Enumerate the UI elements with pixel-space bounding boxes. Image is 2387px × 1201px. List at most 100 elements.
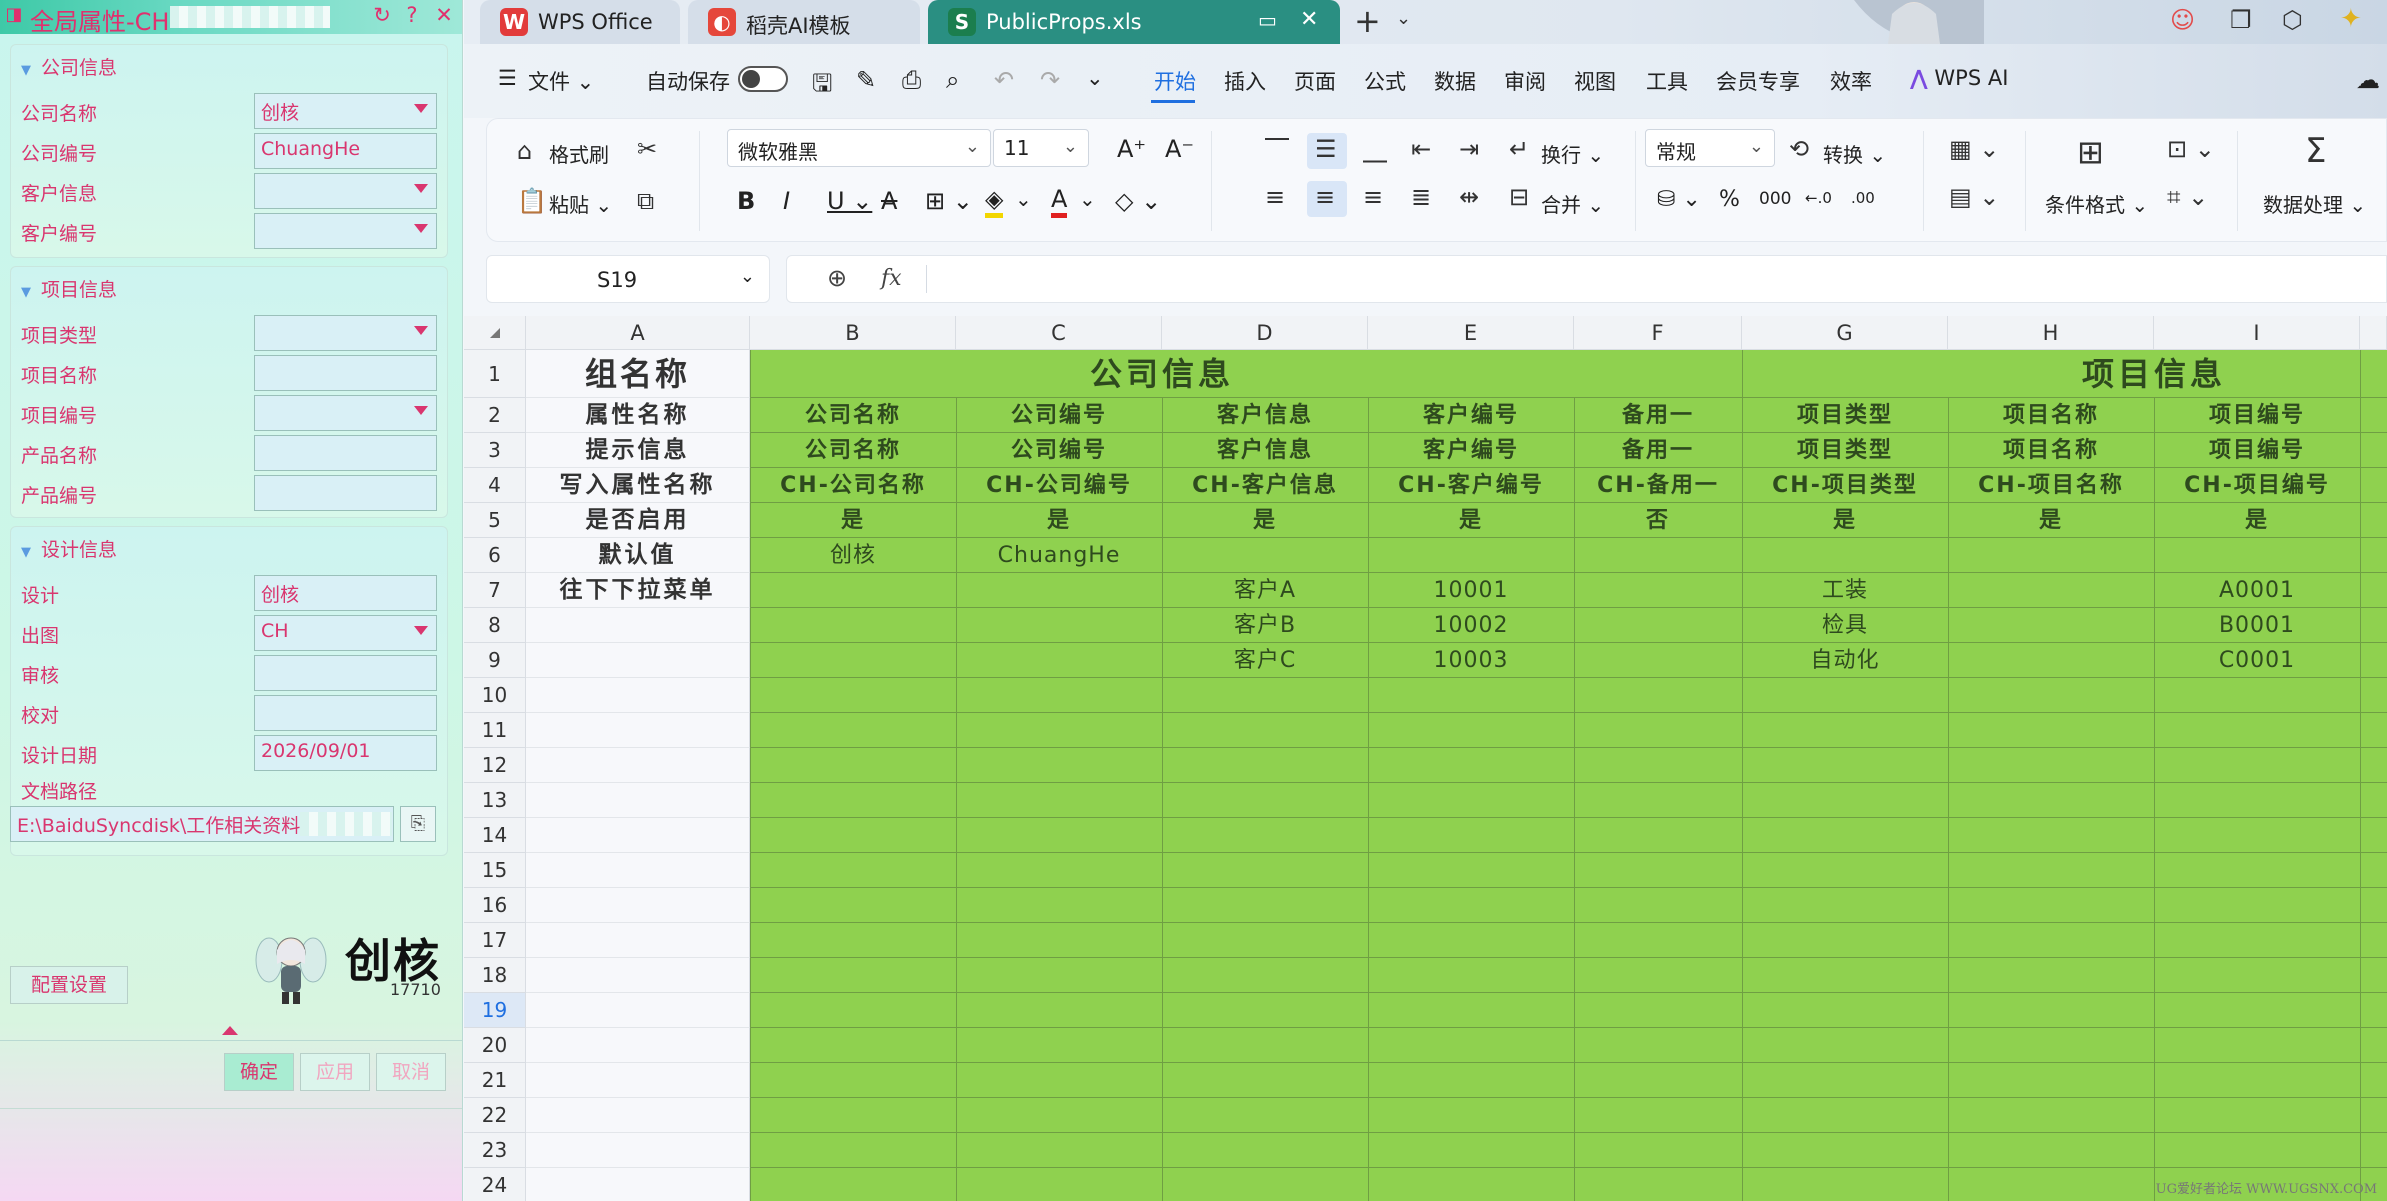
cell-H2[interactable]: 项目名称 (1948, 398, 2154, 433)
row-header-24[interactable]: 24 (464, 1168, 526, 1201)
cell-I2[interactable]: 项目编号 (2154, 398, 2360, 433)
cell-E4[interactable]: CH-客户编号 (1368, 468, 1574, 503)
row-header-16[interactable]: 16 (464, 888, 526, 923)
percent-icon[interactable]: % (1719, 187, 1740, 212)
row-header-13[interactable]: 13 (464, 783, 526, 818)
cell-I4[interactable]: CH-项目编号 (2154, 468, 2360, 503)
cell-A18[interactable] (526, 958, 750, 993)
print-preview-icon[interactable]: ⌕ (946, 66, 959, 94)
cell-D8[interactable]: 客户B (1162, 608, 1368, 643)
distribute-icon[interactable]: ⇹ (1459, 183, 1479, 211)
conditional-format-button[interactable]: 条件格式 ⌄ (2045, 189, 2148, 218)
align-bottom-icon[interactable]: ⎽ (1363, 135, 1387, 163)
cell-B7[interactable] (750, 573, 956, 608)
cell-A23[interactable] (526, 1133, 750, 1168)
cell-A16[interactable] (526, 888, 750, 923)
menu-page[interactable]: 页面 (1294, 66, 1336, 96)
share-icon[interactable]: ☁ (2356, 66, 2380, 94)
cell-B6[interactable]: 创核 (750, 538, 956, 573)
row-header-15[interactable]: 15 (464, 853, 526, 888)
chevron-down-icon[interactable]: ⌄ (1079, 187, 1096, 211)
row-header-18[interactable]: 18 (464, 958, 526, 993)
column-header-H[interactable]: H (1948, 316, 2154, 350)
new-tab-icon[interactable]: + (1354, 2, 1381, 40)
cell-H8[interactable] (1948, 608, 2154, 643)
cell-I7[interactable]: A0001 (2154, 573, 2360, 608)
cell-style-icon[interactable]: ▦ ⌄ (1949, 135, 1999, 163)
row-header-19[interactable]: 19 (464, 993, 526, 1028)
pen-icon[interactable]: ✎ (856, 66, 876, 94)
row-header-3[interactable]: 3 (464, 433, 526, 468)
cell-A2[interactable]: 属性名称 (526, 398, 750, 433)
row-col-icon[interactable]: ⊡ ⌄ (2167, 135, 2215, 163)
customer-code-select[interactable] (254, 213, 437, 249)
row-header-17[interactable]: 17 (464, 923, 526, 958)
cell-A14[interactable] (526, 818, 750, 853)
row-header-23[interactable]: 23 (464, 1133, 526, 1168)
zoom-icon[interactable]: ⊕ (827, 264, 847, 292)
cut-icon[interactable]: ✂ (637, 135, 657, 163)
wps-ai-button[interactable]: ⋀ WPS AI (1910, 66, 2008, 90)
cell-A22[interactable] (526, 1098, 750, 1133)
number-format-select[interactable]: 常规 ⌄ (1645, 129, 1775, 167)
help-icon[interactable]: ? (400, 3, 424, 27)
cell-A3[interactable]: 提示信息 (526, 433, 750, 468)
cell-H3[interactable]: 项目名称 (1948, 433, 2154, 468)
group-design-header[interactable]: ▼ 设计信息 (21, 535, 117, 562)
row-header-12[interactable]: 12 (464, 748, 526, 783)
font-size-select[interactable]: 11 ⌄ (993, 129, 1089, 167)
merged-header-company[interactable]: 公司信息 (750, 350, 1574, 398)
cell-G5[interactable]: 是 (1742, 503, 1948, 538)
cell-A20[interactable] (526, 1028, 750, 1063)
crop-icon[interactable]: ⌗ ⌄ (2167, 183, 2208, 211)
menu-review[interactable]: 审阅 (1504, 66, 1546, 96)
menu-insert[interactable]: 插入 (1224, 66, 1266, 96)
formula-input[interactable]: ⊕ fx (786, 255, 2387, 303)
cell-G2[interactable]: 项目类型 (1742, 398, 1948, 433)
row-header-9[interactable]: 9 (464, 643, 526, 678)
cell-G7[interactable]: 工装 (1742, 573, 1948, 608)
product-name-input[interactable] (254, 435, 437, 471)
mascot-icon[interactable]: ✦ (2340, 4, 2362, 34)
cell-G3[interactable]: 项目类型 (1742, 433, 1948, 468)
increase-font-icon[interactable]: A⁺ (1117, 135, 1146, 163)
cell-I5[interactable]: 是 (2154, 503, 2360, 538)
cell-D4[interactable]: CH-客户信息 (1162, 468, 1368, 503)
cell-E6[interactable] (1368, 538, 1574, 573)
convert-button[interactable]: 转换 ⌄ (1823, 139, 1886, 168)
cell-B3[interactable]: 公司名称 (750, 433, 956, 468)
cell-E2[interactable]: 客户编号 (1368, 398, 1574, 433)
column-header-A[interactable]: A (526, 316, 750, 350)
cell-A10[interactable] (526, 678, 750, 713)
cell-E9[interactable]: 10003 (1368, 643, 1574, 678)
menu-formula[interactable]: 公式 (1364, 66, 1406, 96)
cell-G4[interactable]: CH-项目类型 (1742, 468, 1948, 503)
cell-H9[interactable] (1948, 643, 2154, 678)
cell-C5[interactable]: 是 (956, 503, 1162, 538)
cube-icon[interactable]: ⬡ (2282, 6, 2303, 34)
cell-H6[interactable] (1948, 538, 2154, 573)
menu-efficiency[interactable]: 效率 (1830, 66, 1872, 96)
italic-icon[interactable]: I (783, 187, 790, 215)
paste-button[interactable]: 粘贴 ⌄ (549, 189, 612, 218)
project-name-input[interactable] (254, 355, 437, 391)
format-painter-button[interactable]: 格式刷 (549, 139, 609, 168)
cell-A5[interactable]: 是否启用 (526, 503, 750, 538)
cell-F2[interactable]: 备用一 (1574, 398, 1742, 433)
cell-C8[interactable] (956, 608, 1162, 643)
cell-A17[interactable] (526, 923, 750, 958)
cell-A6[interactable]: 默认值 (526, 538, 750, 573)
chevron-down-icon[interactable]: ⌄ (1015, 187, 1032, 211)
group-project-header[interactable]: ▼ 项目信息 (21, 275, 117, 302)
close-icon[interactable]: ✕ (432, 3, 456, 27)
column-header-C[interactable]: C (956, 316, 1162, 350)
copy-icon[interactable]: ⧉ (637, 187, 654, 215)
wrap-button[interactable]: 换行 ⌄ (1541, 139, 1604, 168)
border-icon[interactable]: ⊞ ⌄ (925, 187, 973, 215)
cell-H7[interactable] (1948, 573, 2154, 608)
strikethrough-icon[interactable]: A (881, 187, 897, 215)
cell-F3[interactable]: 备用一 (1574, 433, 1742, 468)
cell-G9[interactable]: 自动化 (1742, 643, 1948, 678)
fx-icon[interactable]: fx (881, 266, 902, 291)
row-header-1[interactable]: 1 (464, 350, 526, 398)
